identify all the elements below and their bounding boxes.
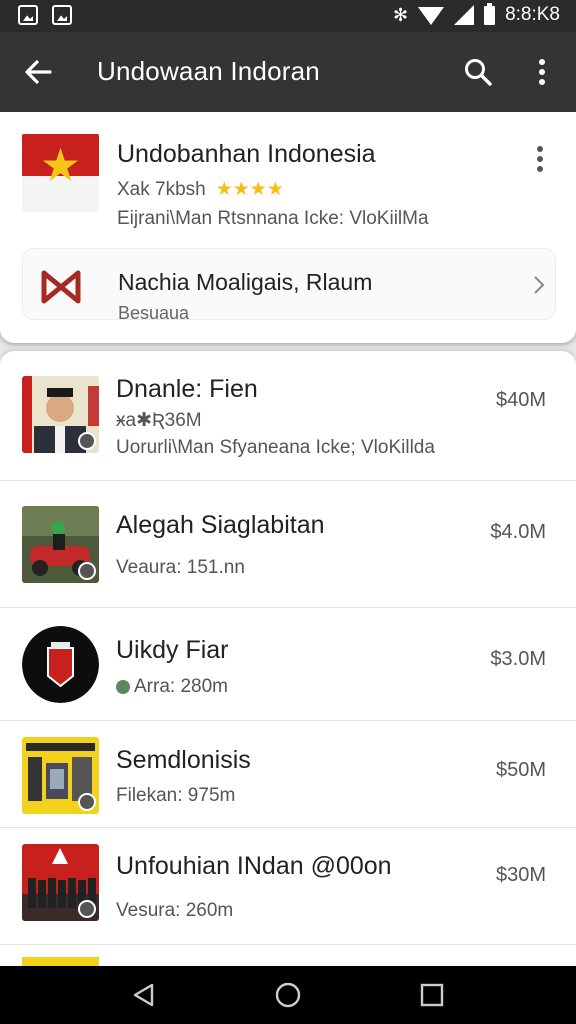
promo-title: Nachia Moaligais, Rlaum <box>118 269 373 295</box>
list-item[interactable]: Semdlonisis Filekan: 975m $50M <box>0 721 576 828</box>
more-vert-icon <box>537 146 543 172</box>
gallery-notification-icon <box>52 5 72 25</box>
item-meta: Arra: 280m <box>116 676 228 698</box>
indonesia-flag-image: ★ <box>22 134 99 212</box>
thumbnail-image <box>22 506 99 583</box>
featured-subtitle: Eijrani\Man Rtsnnana Icke: VloKiilMa <box>117 208 429 229</box>
thumbnail-image <box>22 626 99 703</box>
brand-logo-icon <box>41 270 81 304</box>
featured-rating-text: Xak 7kbsh <box>117 178 206 200</box>
signal-icon <box>454 5 475 25</box>
item-meta: Vesura: 260m <box>116 900 234 921</box>
featured-more-button[interactable] <box>528 142 552 176</box>
item-title: Uikdy Fiar <box>116 636 229 664</box>
nav-back-button[interactable] <box>128 979 160 1011</box>
promo-subtitle: Besuaua <box>118 303 190 323</box>
featured-title: Undobanhan Indonesia <box>117 140 376 168</box>
item-price: $3.0M <box>490 648 546 670</box>
item-title: Unfouhian INdan @00on <box>116 852 392 880</box>
status-time: 8:8:K8 <box>505 4 560 25</box>
item-title: Semdlonisis <box>116 746 251 774</box>
nav-recents-button[interactable] <box>416 979 448 1011</box>
list-item[interactable]: Unfouhian INdan @00on Vesura: 260m $30M <box>0 828 576 945</box>
currency-badge-icon <box>116 679 130 694</box>
system-navigation-bar <box>0 966 576 1024</box>
image-notification-icon <box>18 5 38 25</box>
nav-back-icon <box>133 983 154 1007</box>
wifi-icon <box>418 7 445 25</box>
search-icon <box>465 59 492 86</box>
verified-badge-icon <box>78 562 96 580</box>
bluetooth-icon: ✻ <box>392 4 409 25</box>
item-price: $30M <box>495 864 546 886</box>
featured-rating-row: Xak 7kbsh ★★★★ <box>117 178 284 201</box>
star-icon: ★ <box>39 139 82 191</box>
list-item[interactable]: Alegah Siaglabitan Veaura: 151.nn $4.0M <box>0 481 576 608</box>
rating-stars-icon: ★★★★ <box>215 179 284 200</box>
battery-icon <box>484 2 496 25</box>
back-button[interactable] <box>20 54 56 90</box>
thumbnail-image <box>22 376 99 453</box>
item-title: Dnanle: Fien <box>116 375 258 403</box>
promo-banner[interactable]: Nachia Moaligais, Rlaum Besuaua <box>22 248 556 323</box>
verified-badge-icon <box>78 432 96 450</box>
item-price: $4.0M <box>490 521 546 543</box>
thumbnail-image <box>22 737 99 814</box>
featured-card: ★ Undobanhan Indonesia Xak 7kbsh ★★★★ Ei… <box>0 112 576 343</box>
verified-badge-icon <box>78 900 96 918</box>
status-bar: ✻ 8:8:K8 <box>0 0 576 32</box>
item-meta: ӿa✱Ʀ36M <box>116 410 202 431</box>
list-item[interactable] <box>0 945 576 966</box>
nav-home-icon <box>275 982 301 1008</box>
list-item[interactable]: Uikdy Fiar Arra: 280m $3.0M <box>0 608 576 721</box>
results-list: Dnanle: Fien ӿa✱Ʀ36M Uorurli\Man Sfyanea… <box>0 351 576 966</box>
chevron-right-icon <box>531 273 547 297</box>
thumbnail-image <box>22 957 99 966</box>
item-price: $50M <box>495 759 546 781</box>
notification-icons <box>18 5 72 25</box>
nav-home-button[interactable] <box>272 979 304 1011</box>
toolbar-title: Undowaan Indoran <box>97 56 320 86</box>
item-description: Uorurli\Man Sfyaneana Icke; VloKillda <box>116 437 435 458</box>
app-toolbar: Undowaan Indoran <box>0 32 576 112</box>
system-icons: ✻ 8:8:K8 <box>392 2 560 26</box>
more-vert-icon <box>539 59 545 85</box>
overflow-menu-button[interactable] <box>526 54 558 90</box>
item-price: $40M <box>495 389 546 411</box>
arrow-back-icon <box>25 60 52 84</box>
verified-badge-icon <box>78 793 96 811</box>
item-meta: Veaura: 151.nn <box>116 557 245 578</box>
list-item[interactable]: Dnanle: Fien ӿa✱Ʀ36M Uorurli\Man Sfyanea… <box>0 351 576 481</box>
search-button[interactable] <box>460 54 496 90</box>
item-meta: Filekan: 975m <box>116 785 236 806</box>
item-title: Alegah Siaglabitan <box>116 511 325 539</box>
thumbnail-image <box>22 844 99 921</box>
nav-recents-icon <box>420 983 444 1007</box>
